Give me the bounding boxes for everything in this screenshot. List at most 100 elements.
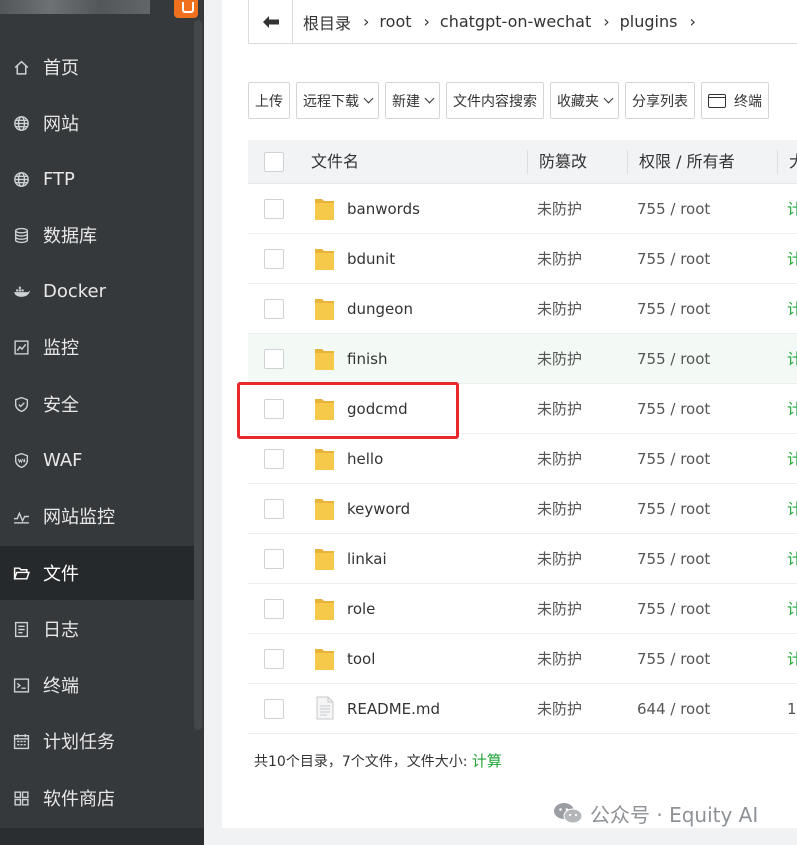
tamper-status[interactable]: 未防护 xyxy=(537,634,582,684)
file-name[interactable]: README.md xyxy=(347,684,440,734)
table-row[interactable]: keyword 未防护 755 / root 计 xyxy=(248,484,797,534)
table-row[interactable]: finish 未防护 755 / root 计 xyxy=(248,334,797,384)
permission-owner[interactable]: 755 / root xyxy=(637,384,710,434)
permission-owner[interactable]: 644 / root xyxy=(637,684,710,734)
table-row[interactable]: godcmd 未防护 755 / root 计 xyxy=(248,384,797,434)
size-cell[interactable]: 计 xyxy=(787,384,797,434)
header-filename[interactable]: 文件名 xyxy=(311,140,359,184)
content-search-button[interactable]: 文件内容搜索 xyxy=(446,82,544,119)
row-checkbox[interactable] xyxy=(264,349,284,369)
file-name[interactable]: tool xyxy=(347,634,375,684)
file-name[interactable]: role xyxy=(347,584,375,634)
row-checkbox[interactable] xyxy=(264,449,284,469)
row-checkbox[interactable] xyxy=(264,199,284,219)
tamper-status[interactable]: 未防护 xyxy=(537,234,582,284)
table-row[interactable]: dungeon 未防护 755 / root 计 xyxy=(248,284,797,334)
new-button[interactable]: 新建 xyxy=(385,82,440,119)
file-name[interactable]: bdunit xyxy=(347,234,395,284)
file-name[interactable]: dungeon xyxy=(347,284,413,334)
file-name[interactable]: banwords xyxy=(347,184,420,234)
header-tamper[interactable]: 防篡改 xyxy=(539,140,587,184)
size-cell[interactable]: 计 xyxy=(787,584,797,634)
breadcrumb-root[interactable]: root xyxy=(379,12,411,31)
row-checkbox[interactable] xyxy=(264,599,284,619)
tamper-status[interactable]: 未防护 xyxy=(537,384,582,434)
sidebar-item-waf[interactable]: WAF xyxy=(0,433,194,487)
table-row[interactable]: role 未防护 755 / root 计 xyxy=(248,584,797,634)
size-cell[interactable]: 计 xyxy=(787,534,797,584)
size-cell[interactable]: 计 xyxy=(787,484,797,534)
file-name[interactable]: hello xyxy=(347,434,383,484)
size-cell[interactable]: 计 xyxy=(787,234,797,284)
favorites-button[interactable]: 收藏夹 xyxy=(550,82,619,119)
permission-owner[interactable]: 755 / root xyxy=(637,234,710,284)
size-cell[interactable]: 计 xyxy=(787,284,797,334)
sidebar-item-logs[interactable]: 日志 xyxy=(0,602,194,656)
permission-owner[interactable]: 755 / root xyxy=(637,584,710,634)
sidebar-item-security[interactable]: 安全 xyxy=(0,377,194,431)
row-checkbox[interactable] xyxy=(264,699,284,719)
sidebar-item-files[interactable]: 文件 xyxy=(0,546,194,600)
permission-owner[interactable]: 755 / root xyxy=(637,334,710,384)
sidebar-item-home[interactable]: 首页 xyxy=(0,40,194,94)
tamper-status[interactable]: 未防护 xyxy=(537,584,582,634)
table-row[interactable]: bdunit 未防护 755 / root 计 xyxy=(248,234,797,284)
sidebar-item-app-store[interactable]: 软件商店 xyxy=(0,771,194,825)
sidebar-item-cron[interactable]: 计划任务 xyxy=(0,714,194,768)
breadcrumb-root-dir[interactable]: 根目录 xyxy=(303,10,351,34)
sidebar-item-site-monitor[interactable]: 网站监控 xyxy=(0,489,194,543)
tamper-status[interactable]: 未防护 xyxy=(537,484,582,534)
row-checkbox[interactable] xyxy=(264,499,284,519)
calculate-size-link[interactable]: 计算 xyxy=(472,752,502,770)
notification-icon[interactable] xyxy=(174,0,198,18)
file-name[interactable]: linkai xyxy=(347,534,387,584)
table-row[interactable]: banwords 未防护 755 / root 计 xyxy=(248,184,797,234)
upload-button[interactable]: 上传 xyxy=(248,82,290,119)
permission-owner[interactable]: 755 / root xyxy=(637,534,710,584)
size-cell[interactable]: 1. xyxy=(787,684,797,734)
permission-owner[interactable]: 755 / root xyxy=(637,484,710,534)
file-name[interactable]: finish xyxy=(347,334,387,384)
permission-owner[interactable]: 755 / root xyxy=(637,434,710,484)
row-checkbox[interactable] xyxy=(264,249,284,269)
permission-owner[interactable]: 755 / root xyxy=(637,634,710,684)
size-cell[interactable]: 计 xyxy=(787,634,797,684)
breadcrumb-plugins[interactable]: plugins xyxy=(620,12,678,31)
table-row[interactable]: hello 未防护 755 / root 计 xyxy=(248,434,797,484)
sidebar-item-ftp[interactable]: FTP xyxy=(0,152,194,206)
back-button[interactable] xyxy=(249,0,293,44)
sidebar-item-monitor[interactable]: 监控 xyxy=(0,320,194,374)
table-row[interactable]: linkai 未防护 755 / root 计 xyxy=(248,534,797,584)
tamper-status[interactable]: 未防护 xyxy=(537,334,582,384)
table-row[interactable]: README.md 未防护 644 / root 1. xyxy=(248,684,797,734)
header-size[interactable]: 大 xyxy=(789,140,797,184)
file-name[interactable]: keyword xyxy=(347,484,410,534)
tamper-status[interactable]: 未防护 xyxy=(537,434,582,484)
tamper-status[interactable]: 未防护 xyxy=(537,284,582,334)
row-checkbox[interactable] xyxy=(264,649,284,669)
sidebar-item-docker[interactable]: Docker xyxy=(0,264,194,318)
row-checkbox[interactable] xyxy=(264,399,284,419)
share-list-button[interactable]: 分享列表 xyxy=(625,82,695,119)
file-name[interactable]: godcmd xyxy=(347,384,408,434)
permission-owner[interactable]: 755 / root xyxy=(637,184,710,234)
size-cell[interactable]: 计 xyxy=(787,184,797,234)
tamper-status[interactable]: 未防护 xyxy=(537,184,582,234)
remote-download-button[interactable]: 远程下载 xyxy=(296,82,379,119)
tamper-status[interactable]: 未防护 xyxy=(537,534,582,584)
row-checkbox[interactable] xyxy=(264,549,284,569)
sidebar-item-database[interactable]: 数据库 xyxy=(0,208,194,262)
sidebar-item-website[interactable]: 网站 xyxy=(0,96,194,150)
breadcrumb-chatgpt-on-wechat[interactable]: chatgpt-on-wechat xyxy=(440,12,591,31)
size-cell[interactable]: 计 xyxy=(787,334,797,384)
permission-owner[interactable]: 755 / root xyxy=(637,284,710,334)
terminal-button[interactable]: 终端 xyxy=(701,82,769,119)
select-all-checkbox[interactable] xyxy=(264,152,284,172)
table-row[interactable]: tool 未防护 755 / root 计 xyxy=(248,634,797,684)
sidebar-item-terminal[interactable]: 终端 xyxy=(0,658,194,712)
sidebar-scrollbar[interactable] xyxy=(194,20,202,730)
row-checkbox[interactable] xyxy=(264,299,284,319)
header-permission[interactable]: 权限 / 所有者 xyxy=(639,140,735,184)
tamper-status[interactable]: 未防护 xyxy=(537,684,582,734)
size-cell[interactable]: 计 xyxy=(787,434,797,484)
